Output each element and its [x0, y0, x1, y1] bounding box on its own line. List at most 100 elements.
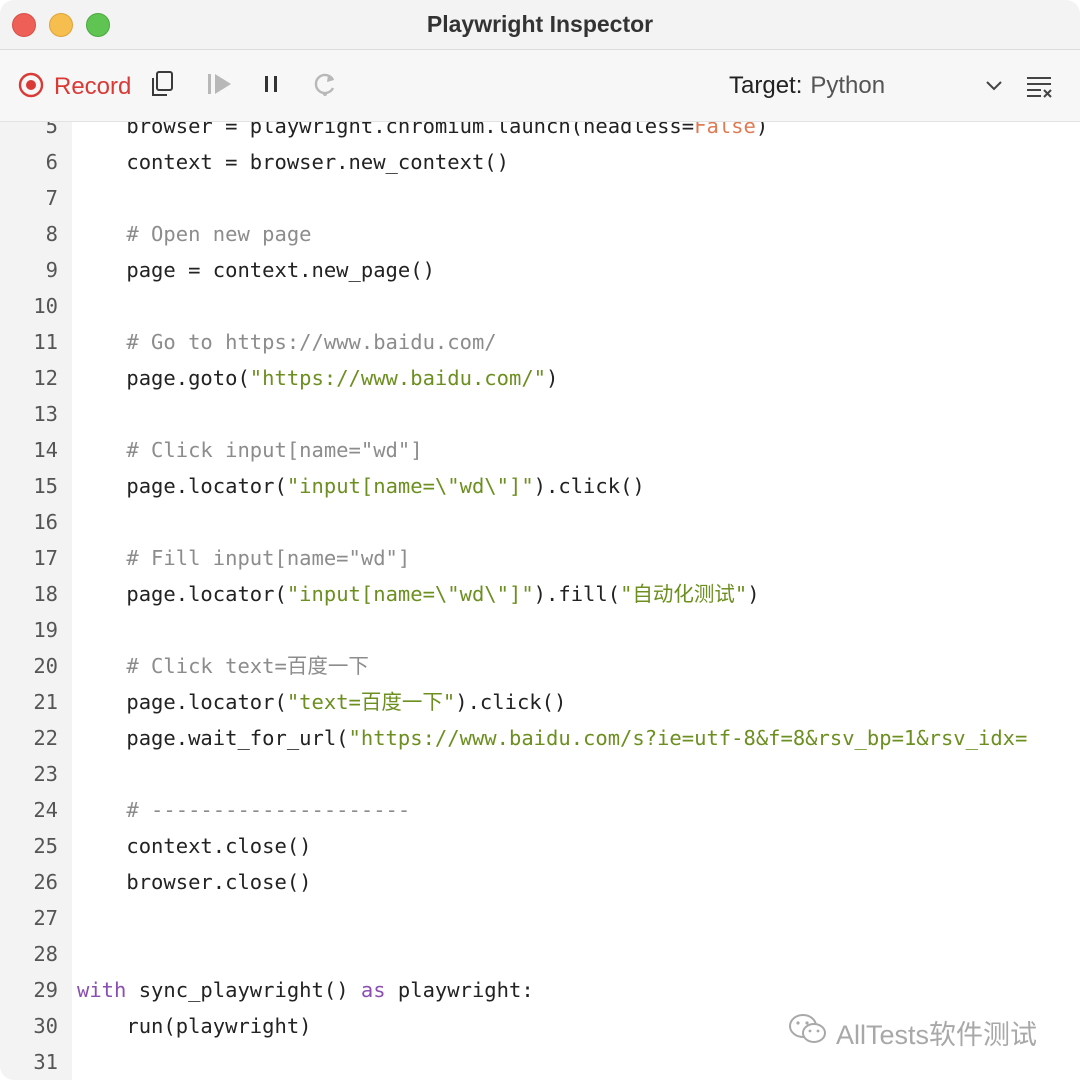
code-line: 18 page.locator("input[name=\"wd\"]").fi…	[0, 576, 1080, 612]
code-text: page = context.new_page()	[77, 252, 435, 288]
line-number: 17	[33, 546, 58, 570]
line-number: 15	[33, 474, 58, 498]
code-token: with	[77, 978, 127, 1002]
code-token: # Click input[name="wd"]	[77, 438, 423, 462]
watermark-text: AllTests软件测试	[836, 1020, 1038, 1050]
code-token: "自动化测试"	[620, 582, 748, 606]
step-over-button[interactable]	[203, 70, 235, 102]
code-line: 26 browser.close()	[0, 864, 1080, 900]
code-line: 28	[0, 936, 1080, 972]
resume-icon	[310, 69, 340, 104]
record-button[interactable]: Record	[18, 72, 131, 102]
chevron-down-icon	[982, 81, 1006, 100]
code-text: page.locator("input[name=\"wd\"]").fill(…	[77, 576, 760, 612]
code-line: 10	[0, 288, 1080, 324]
code-token: context = browser.new_context()	[77, 150, 509, 174]
code-line: 7	[0, 180, 1080, 216]
code-token: "input[name=\"wd\"]"	[286, 582, 534, 606]
code-token: "text=百度一下"	[286, 690, 456, 714]
copy-button[interactable]	[147, 70, 179, 102]
code-token: )	[755, 122, 769, 138]
record-label: Record	[54, 73, 132, 100]
code-line: 23	[0, 756, 1080, 792]
code-line: 17 # Fill input[name="wd"]	[0, 540, 1080, 576]
record-icon	[18, 72, 44, 103]
resume-button[interactable]	[309, 70, 341, 102]
code-text: # Click input[name="wd"]	[77, 432, 423, 468]
code-token: run(playwright)	[77, 1014, 312, 1038]
line-number: 9	[45, 258, 58, 282]
code-token: playwright:	[385, 978, 534, 1002]
line-number: 28	[33, 942, 58, 966]
code-line: 8 # Open new page	[0, 216, 1080, 252]
line-number: 5	[45, 122, 58, 138]
code-token: "input[name=\"wd\"]"	[286, 474, 534, 498]
code-text: # Click text=百度一下	[77, 648, 369, 684]
code-token: page.goto(	[77, 366, 250, 390]
code-text: # Go to https://www.baidu.com/	[77, 324, 497, 360]
code-text: browser = playwright.chromium.launch(hea…	[77, 122, 768, 144]
clear-button[interactable]	[1024, 72, 1054, 107]
target-language-select[interactable]: Target: Python	[729, 72, 885, 100]
code-text: browser.close()	[77, 864, 312, 900]
line-number: 7	[45, 186, 58, 210]
code-line: 13	[0, 396, 1080, 432]
code-text: page.wait_for_url("https://www.baidu.com…	[77, 720, 1027, 756]
code-token: False	[694, 122, 756, 138]
code-text: # ---------------------	[77, 792, 410, 828]
line-number: 10	[33, 294, 58, 318]
code-token: page.locator(	[77, 474, 287, 498]
code-token: context.close()	[77, 834, 312, 858]
code-token: as	[360, 978, 386, 1002]
toolbar: Record Target: Python	[0, 50, 1080, 122]
code-token: # Click text=百度一下	[77, 654, 369, 678]
code-text: run(playwright)	[77, 1008, 312, 1044]
code-text: with sync_playwright() as playwright:	[77, 972, 534, 1008]
wechat-icon	[788, 1012, 828, 1053]
line-number: 23	[33, 762, 58, 786]
line-number: 30	[33, 1014, 58, 1038]
line-number: 11	[33, 330, 58, 354]
code-text: page.locator("input[name=\"wd\"]").click…	[77, 468, 645, 504]
watermark: AllTests软件测试	[788, 1012, 1037, 1053]
code-line: 15 page.locator("input[name=\"wd\"]").cl…	[0, 468, 1080, 504]
code-token: ).click()	[533, 474, 645, 498]
line-number: 8	[45, 222, 58, 246]
title-bar: Playwright Inspector	[0, 0, 1080, 50]
code-line: 25 context.close()	[0, 828, 1080, 864]
code-token: page = context.new_page()	[77, 258, 435, 282]
code-line: 27	[0, 900, 1080, 936]
line-number: 31	[33, 1050, 58, 1074]
line-number: 14	[33, 438, 58, 462]
code-token: )	[546, 366, 559, 390]
code-text: # Fill input[name="wd"]	[77, 540, 410, 576]
code-text: page.goto("https://www.baidu.com/")	[77, 360, 558, 396]
code-line: 5 browser = playwright.chromium.launch(h…	[0, 122, 1080, 144]
code-line: 20 # Click text=百度一下	[0, 648, 1080, 684]
code-token: browser = playwright.chromium.launch(hea…	[77, 122, 695, 138]
target-dropdown[interactable]	[982, 76, 1006, 101]
line-number: 12	[33, 366, 58, 390]
code-token: # Go to https://www.baidu.com/	[77, 330, 497, 354]
pause-icon	[256, 69, 286, 104]
code-line: 19	[0, 612, 1080, 648]
code-text: page.locator("text=百度一下").click()	[77, 684, 566, 720]
code-line: 24 # ---------------------	[0, 792, 1080, 828]
code-text: context = browser.new_context()	[77, 144, 509, 180]
code-token: browser.close()	[77, 870, 312, 894]
code-area: 5 browser = playwright.chromium.launch(h…	[0, 122, 1080, 1080]
code-token: # ---------------------	[77, 798, 411, 822]
code-token: sync_playwright()	[126, 978, 361, 1002]
code-token: page.wait_for_url(	[77, 726, 349, 750]
code-token: )	[747, 582, 760, 606]
line-number: 29	[33, 978, 58, 1002]
line-number: 27	[33, 906, 58, 930]
line-number: 22	[33, 726, 58, 750]
code-text: context.close()	[77, 828, 312, 864]
line-number: 16	[33, 510, 58, 534]
line-number: 6	[45, 150, 58, 174]
code-token: "https://www.baidu.com/s?ie=utf-8&f=8&rs…	[348, 726, 1028, 750]
code-editor[interactable]: 5 browser = playwright.chromium.launch(h…	[0, 122, 1080, 1080]
pause-button[interactable]	[255, 70, 287, 102]
code-token: ).click()	[455, 690, 567, 714]
